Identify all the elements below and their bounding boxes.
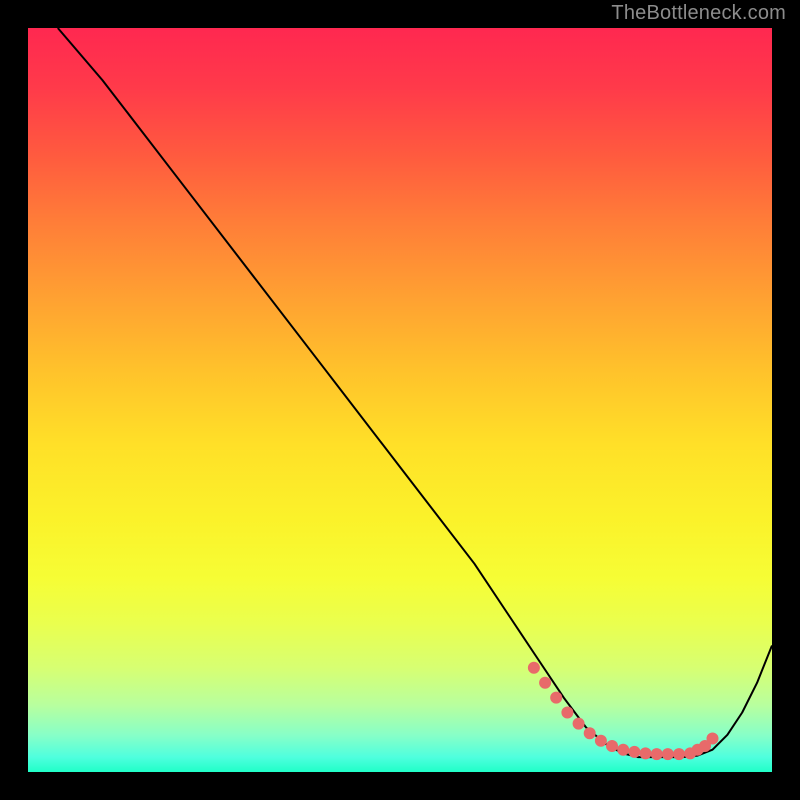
marker-group <box>528 662 719 760</box>
marker-point <box>662 748 674 760</box>
marker-point <box>561 707 573 719</box>
curve-line <box>58 28 772 757</box>
marker-point <box>539 677 551 689</box>
marker-point <box>707 733 719 745</box>
marker-point <box>606 740 618 752</box>
marker-point <box>628 746 640 758</box>
marker-point <box>673 748 685 760</box>
marker-point <box>617 744 629 756</box>
chart-root: TheBottleneck.com <box>0 0 800 800</box>
plot-svg <box>28 28 772 772</box>
marker-point <box>584 727 596 739</box>
marker-point <box>640 747 652 759</box>
marker-point <box>651 748 663 760</box>
marker-point <box>528 662 540 674</box>
marker-point <box>550 692 562 704</box>
attribution-text: TheBottleneck.com <box>611 2 786 25</box>
marker-point <box>573 718 585 730</box>
marker-point <box>595 735 607 747</box>
plot-area <box>28 28 772 772</box>
